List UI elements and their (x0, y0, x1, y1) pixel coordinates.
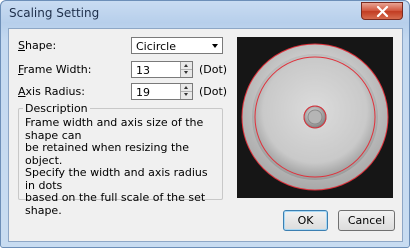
close-icon (376, 6, 389, 17)
axis-radius-value: 19 (136, 86, 150, 99)
axis-radius-unit: (Dot) (199, 85, 228, 98)
description-text: Frame width and axis size of the shape c… (25, 116, 219, 217)
scaling-setting-dialog: Scaling Setting Shape: Cicircle Frame Wi… (0, 0, 410, 248)
axis-radius-up-arrow-icon[interactable] (181, 84, 192, 92)
chevron-down-icon (212, 44, 218, 48)
description-title: Description (23, 102, 90, 115)
dialog-title: Scaling Setting (9, 6, 100, 20)
frame-width-down-arrow-icon[interactable] (181, 70, 192, 77)
description-line: be retained when resizing the object. (25, 141, 189, 167)
ok-button[interactable]: OK (283, 210, 328, 231)
description-group: Description Frame width and axis size of… (18, 102, 223, 216)
axis-radius-input[interactable]: 19 (131, 83, 193, 100)
close-button[interactable] (361, 2, 403, 20)
shape-label: Shape: (18, 39, 57, 52)
axis-radius-spinner[interactable] (180, 84, 192, 99)
axis-radius-label: Axis Radius: (18, 85, 85, 98)
frame-width-input[interactable]: 13 (131, 61, 193, 78)
description-line: Frame width and axis size of the shape c… (25, 116, 204, 142)
title-bar[interactable]: Scaling Setting (1, 1, 409, 26)
frame-width-up-arrow-icon[interactable] (181, 62, 192, 70)
frame-width-unit: (Dot) (199, 63, 228, 76)
circle-shape-preview-image (241, 43, 389, 191)
frame-width-spinner[interactable] (180, 62, 192, 77)
dialog-body: Shape: Cicircle Frame Width: 13 (Dot) Ax… (8, 28, 403, 242)
shape-preview (237, 37, 393, 198)
frame-width-value: 13 (136, 64, 150, 77)
shape-value: Cicircle (136, 40, 176, 53)
axis-radius-down-arrow-icon[interactable] (181, 92, 192, 99)
description-line: Specify the width and axis radius in dot… (25, 166, 208, 192)
description-line: based on the full scale of the set shape… (25, 191, 206, 217)
cancel-button[interactable]: Cancel (338, 210, 395, 231)
frame-width-label: Frame Width: (18, 63, 92, 76)
shape-dropdown[interactable]: Cicircle (131, 37, 223, 54)
